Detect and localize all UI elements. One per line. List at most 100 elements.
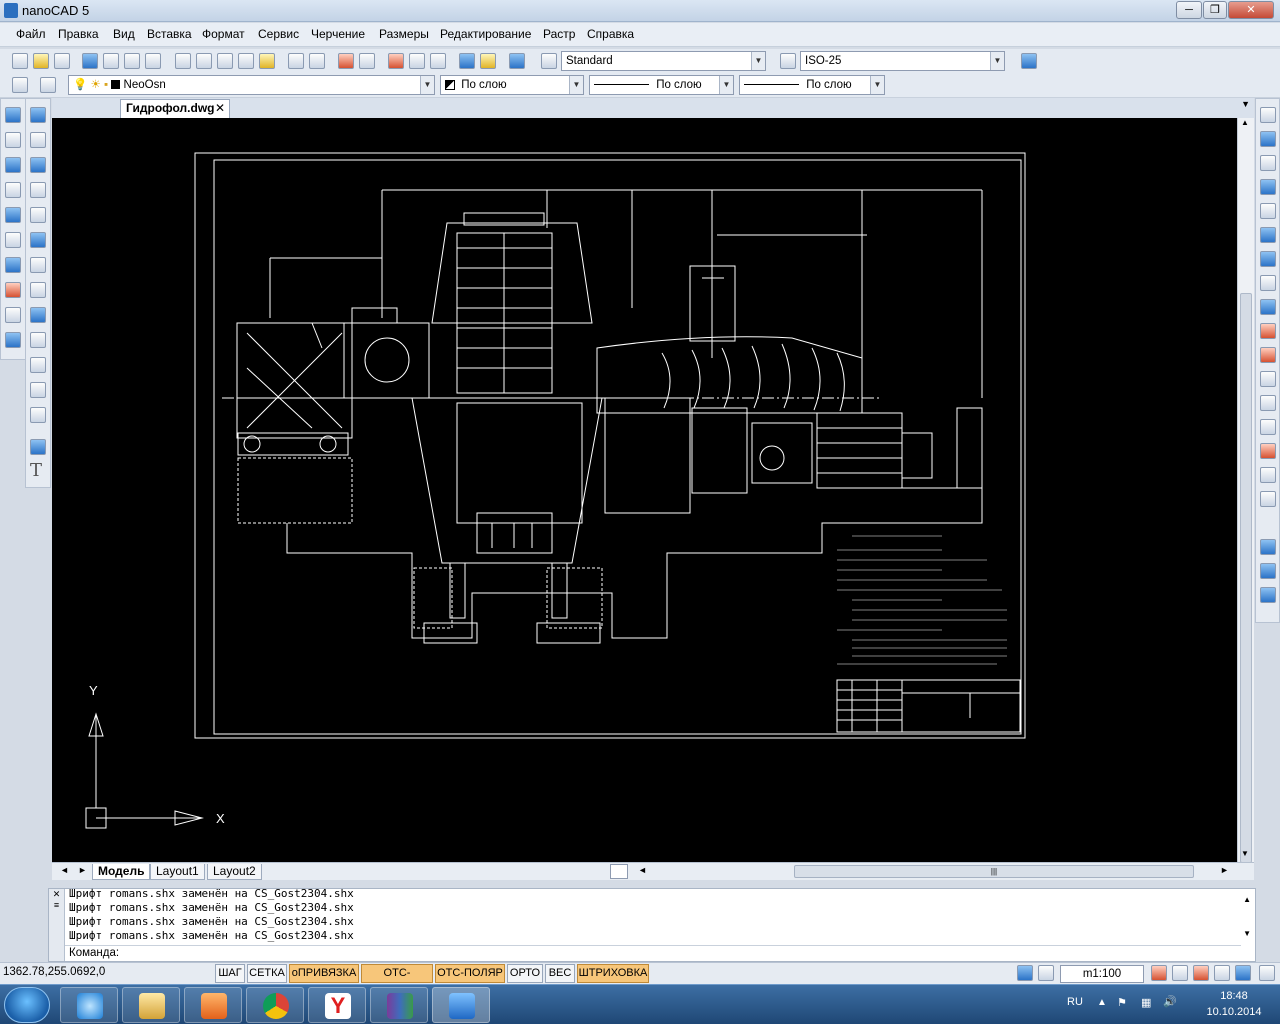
group-icon[interactable] <box>1260 539 1276 555</box>
tab-prev-icon[interactable]: ◄ <box>60 865 69 875</box>
zoom-realtime-icon[interactable] <box>359 53 375 69</box>
dimension-angular-icon[interactable] <box>5 232 21 248</box>
tab-model[interactable]: Модель <box>92 864 151 880</box>
rotate-icon[interactable] <box>1260 251 1276 267</box>
layout-switch-icon[interactable] <box>610 864 628 879</box>
nanocad-plus-icon[interactable] <box>1021 53 1037 69</box>
taskbar-app[interactable] <box>60 987 118 1023</box>
text-tool-icon[interactable]: T <box>30 462 46 480</box>
menu-insert[interactable]: Вставка <box>147 27 192 41</box>
chamfer-icon[interactable] <box>1260 419 1276 435</box>
break-icon[interactable] <box>1260 371 1276 387</box>
polygon-tool-icon[interactable] <box>30 182 46 198</box>
tab-list-icon[interactable]: ▼ <box>1241 99 1250 109</box>
circle-tool-icon[interactable] <box>5 182 21 198</box>
regen-icon[interactable] <box>1235 965 1251 981</box>
ellipse-tool-icon[interactable] <box>30 307 46 323</box>
explode-icon[interactable] <box>1260 467 1276 483</box>
help-icon[interactable] <box>509 53 525 69</box>
menu-help[interactable]: Справка <box>587 27 634 41</box>
taskbar-app-active[interactable] <box>432 987 490 1023</box>
menu-format[interactable]: Формат <box>202 27 245 41</box>
taskbar-app[interactable] <box>184 987 242 1023</box>
osnap-toggle[interactable]: оПРИВЯЗКА <box>289 964 359 983</box>
select-icon[interactable] <box>5 107 21 123</box>
polar-toggle[interactable]: ОТС-ПОЛЯР <box>435 964 505 983</box>
copy-object-icon[interactable] <box>1260 131 1276 147</box>
polyline-tool-icon[interactable] <box>30 132 46 148</box>
grid-toggle[interactable]: СЕТКА <box>247 964 287 983</box>
measure-icon[interactable] <box>480 53 496 69</box>
table-icon[interactable] <box>5 307 21 323</box>
draw-order-icon[interactable] <box>1260 587 1276 603</box>
start-button[interactable] <box>4 987 50 1023</box>
maximize-button[interactable]: ❐ <box>1203 1 1227 19</box>
scroll-down-icon[interactable]: ▼ <box>1241 849 1249 858</box>
taskbar-app[interactable] <box>246 987 304 1023</box>
ortho-toggle[interactable]: ОРТО <box>507 964 543 983</box>
menu-view[interactable]: Вид <box>113 27 135 41</box>
edit-polyline-icon[interactable] <box>1260 491 1276 507</box>
tab-next-icon[interactable]: ► <box>78 865 87 875</box>
vertical-scroll-thumb[interactable] <box>1240 293 1252 863</box>
zoom-status-icon[interactable] <box>1172 965 1188 981</box>
copy-icon[interactable] <box>196 53 212 69</box>
cut-icon[interactable] <box>175 53 191 69</box>
scale-icon[interactable] <box>1260 275 1276 291</box>
open-file-icon[interactable] <box>33 53 49 69</box>
fullscreen-icon[interactable] <box>1259 965 1275 981</box>
menu-raster[interactable]: Растр <box>543 27 575 41</box>
dim-style-select[interactable]: ISO-25 ▼ <box>800 51 1005 71</box>
trim-icon[interactable] <box>1260 323 1276 339</box>
lineweight-toggle[interactable]: ВЕС <box>545 964 575 983</box>
hscroll-left-icon[interactable]: ◄ <box>638 865 647 875</box>
brush-icon[interactable] <box>259 53 275 69</box>
close-button[interactable]: ✕ <box>1228 1 1274 19</box>
save-icon[interactable] <box>54 53 70 69</box>
zoom-previous-icon[interactable] <box>409 53 425 69</box>
cad-drawing[interactable]: Y X <box>52 118 1237 862</box>
snap-toggle[interactable]: ШАГ <box>215 964 245 983</box>
horizontal-scroll-thumb[interactable]: ||| <box>794 865 1194 878</box>
hatch-icon[interactable] <box>5 282 21 298</box>
linetype-select[interactable]: По слою ▼ <box>589 75 734 95</box>
zoom-window-icon[interactable] <box>388 53 404 69</box>
erase-icon[interactable] <box>1260 107 1276 123</box>
language-indicator[interactable]: RU <box>1067 996 1083 1008</box>
drawing-canvas[interactable]: Y X <box>52 118 1254 862</box>
match-properties-icon[interactable] <box>238 53 254 69</box>
ungroup-icon[interactable] <box>1260 563 1276 579</box>
region-tool-icon[interactable] <box>30 407 46 423</box>
mirror-icon[interactable] <box>1260 155 1276 171</box>
menu-modify[interactable]: Редактирование <box>440 27 531 41</box>
lineweight-select[interactable]: По слою ▼ <box>739 75 885 95</box>
menu-dimensions[interactable]: Размеры <box>379 27 429 41</box>
command-window-grip[interactable]: ✕ ≡ <box>49 889 65 961</box>
redo-icon[interactable] <box>309 53 325 69</box>
annotation-scale[interactable]: m1:100 <box>1060 965 1144 983</box>
zoom-extents-icon[interactable] <box>430 53 446 69</box>
model-space-icon[interactable] <box>1017 965 1033 981</box>
otrack-toggle[interactable]: ОТС-ОБЪЕКТ <box>361 964 433 996</box>
text-style-select[interactable]: Standard ▼ <box>561 51 766 71</box>
taskbar-app[interactable] <box>370 987 428 1023</box>
volume-icon[interactable]: 🔊 <box>1163 995 1177 1008</box>
zoom-window-status-icon[interactable] <box>1193 965 1209 981</box>
publish-icon[interactable] <box>124 53 140 69</box>
revcloud-tool-icon[interactable] <box>30 282 46 298</box>
zoom-extents-status-icon[interactable] <box>1214 965 1230 981</box>
point-tool-icon[interactable] <box>30 357 46 373</box>
leader-icon[interactable] <box>5 257 21 273</box>
plot-icon[interactable] <box>82 53 98 69</box>
network-icon[interactable]: ▦ <box>1141 996 1151 1009</box>
command-input[interactable]: Команда: <box>65 945 1241 961</box>
hscroll-right-icon[interactable]: ► <box>1220 865 1229 875</box>
table-draw-icon[interactable] <box>30 439 46 455</box>
line-tool-icon[interactable] <box>30 107 46 123</box>
dimension-linear-icon[interactable] <box>5 157 21 173</box>
tray-expand-icon[interactable]: ▲ <box>1097 997 1107 1008</box>
preview-icon[interactable] <box>103 53 119 69</box>
minimize-button[interactable]: ─ <box>1176 1 1202 19</box>
dimension-aligned-icon[interactable] <box>5 207 21 223</box>
cmd-scroll-up-icon[interactable]: ▲ <box>1243 895 1251 904</box>
